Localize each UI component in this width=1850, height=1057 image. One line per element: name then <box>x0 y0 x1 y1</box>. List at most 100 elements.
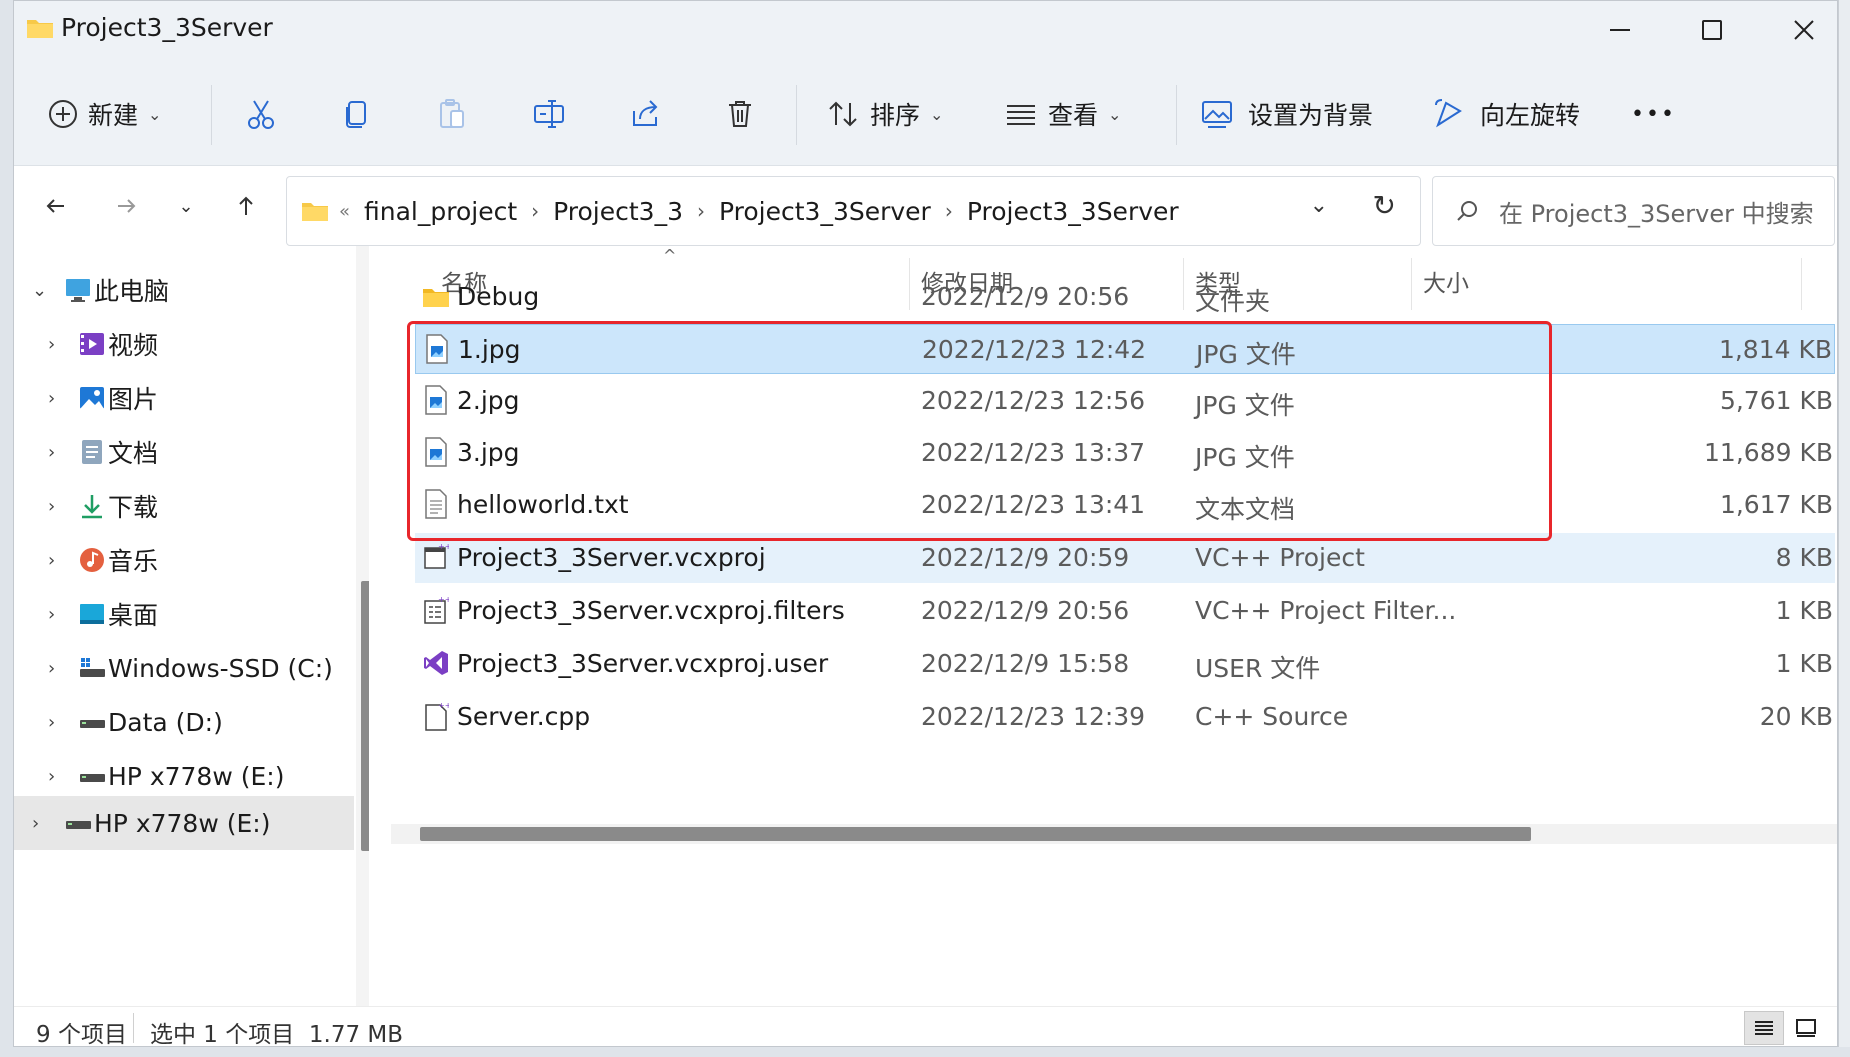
chevron-down-icon[interactable]: ⌄ <box>32 280 47 301</box>
delete-button[interactable] <box>723 88 757 140</box>
file-list: ^ 名称 修改日期 类型 大小 Debug 2022/12/9 20:56 文件… <box>391 246 1837 1006</box>
breadcrumb-separator[interactable]: › <box>945 199 953 223</box>
chevron-right-icon[interactable]: › <box>48 766 55 787</box>
breadcrumb-item[interactable]: final_project <box>364 197 517 226</box>
sidebar-item-drive-e[interactable]: › HP x778w (E:) <box>14 749 354 803</box>
sidebar-item-drive-d[interactable]: › Data (D:) <box>14 695 354 749</box>
chevron-down-icon: ⌄ <box>1108 104 1122 124</box>
toolbar-divider <box>211 85 212 145</box>
close-icon <box>1794 20 1814 40</box>
chevron-right-icon[interactable]: › <box>32 813 39 834</box>
file-date: 2022/12/9 20:56 <box>921 282 1130 311</box>
breadcrumb-item[interactable]: Project3_3Server <box>719 197 931 226</box>
copy-button[interactable] <box>340 88 374 140</box>
sidebar-item-drive-c[interactable]: › Windows-SSD (C:) <box>14 641 354 695</box>
file-row-vcxproj-filters[interactable]: ++ Project3_3Server.vcxproj.filters 2022… <box>415 586 1835 636</box>
cut-button[interactable] <box>244 88 278 140</box>
file-row-vcxproj-user[interactable]: Project3_3Server.vcxproj.user 2022/12/9 … <box>415 639 1835 689</box>
file-size: 1,814 KB <box>1718 335 1832 364</box>
rename-icon <box>534 100 564 128</box>
chevron-right-icon[interactable]: › <box>48 442 55 463</box>
paste-button[interactable] <box>435 88 469 140</box>
breadcrumb-separator[interactable]: › <box>531 199 539 223</box>
chevron-right-icon[interactable]: › <box>48 550 55 571</box>
sidebar-scrollbar[interactable] <box>356 246 369 1006</box>
svg-text:++: ++ <box>438 595 449 604</box>
refresh-button[interactable]: ↻ <box>1373 189 1396 222</box>
navigation-pane: ⌄ 此电脑 › 视频 › 图片 › 文档 › 下载 › 音乐 › 桌面 › Wi… <box>14 246 369 1006</box>
file-type: 文件夹 <box>1195 287 1271 316</box>
toolbar-divider <box>796 85 797 145</box>
chevron-right-icon[interactable]: › <box>48 658 55 679</box>
address-bar[interactable]: « final_project › Project3_3 › Project3_… <box>286 176 1421 246</box>
file-type: USER 文件 <box>1195 654 1321 683</box>
chevron-right-icon[interactable]: › <box>48 604 55 625</box>
maximize-button[interactable] <box>1666 1 1758 59</box>
back-button[interactable] <box>36 186 76 226</box>
title-bar[interactable]: Project3_3Server <box>14 1 1837 61</box>
trash-icon <box>729 101 751 127</box>
sidebar-item-label: 此电脑 <box>94 277 170 306</box>
sidebar-item-drive-e-removable[interactable]: › HP x778w (E:) <box>14 796 354 850</box>
search-box[interactable]: 在 Project3_3Server 中搜索 <box>1432 176 1835 246</box>
details-view-button[interactable] <box>1744 1011 1784 1045</box>
set-background-label: 设置为背景 <box>1248 101 1374 130</box>
address-history-dropdown[interactable]: ⌄ <box>1310 193 1328 218</box>
chevron-down-icon: ⌄ <box>930 104 944 124</box>
set-background-button[interactable]: 设置为背景 <box>1200 88 1373 140</box>
breadcrumb-separator[interactable]: › <box>697 199 705 223</box>
chevron-right-icon[interactable]: › <box>48 388 55 409</box>
chevron-right-icon[interactable]: › <box>48 712 55 733</box>
sidebar-item-pictures[interactable]: › 图片 <box>14 371 354 425</box>
forward-button[interactable] <box>106 186 146 226</box>
image-file-icon <box>425 385 447 415</box>
more-options-button[interactable]: ••• <box>1631 88 1676 140</box>
view-button[interactable]: 查看 ⌄ <box>1004 88 1121 140</box>
file-row-server-cpp[interactable]: ++ Server.cpp 2022/12/23 12:39 C++ Sourc… <box>415 692 1835 742</box>
close-button[interactable] <box>1758 1 1837 59</box>
minimize-button[interactable] <box>1574 1 1666 59</box>
sidebar-item-videos[interactable]: › 视频 <box>14 317 354 371</box>
sidebar-item-music[interactable]: › 音乐 <box>14 533 354 587</box>
file-row-3jpg[interactable]: 3.jpg 2022/12/23 13:37 JPG 文件 11,689 KB <box>415 428 1835 478</box>
large-icons-view-button[interactable] <box>1786 1011 1826 1045</box>
breadcrumb-item[interactable]: Project3_3Server <box>967 197 1179 226</box>
file-type: 文本文档 <box>1195 495 1296 524</box>
sidebar-item-this-pc[interactable]: ⌄ 此电脑 <box>14 263 354 317</box>
file-row-vcxproj[interactable]: ++ Project3_3Server.vcxproj 2022/12/9 20… <box>415 533 1835 583</box>
sidebar-scrollbar-thumb[interactable] <box>361 581 369 851</box>
documents-icon <box>82 440 102 464</box>
share-button[interactable] <box>628 88 662 140</box>
chevron-down-icon: ⌄ <box>178 195 194 217</box>
horizontal-scrollbar[interactable] <box>391 824 1837 844</box>
breadcrumb-item[interactable]: Project3_3 <box>553 197 683 226</box>
selection-info: 选中 1 个项目 1.77 MB <box>150 1022 404 1047</box>
horizontal-scrollbar-thumb[interactable] <box>420 827 1531 841</box>
file-row-helloworld[interactable]: helloworld.txt 2022/12/23 13:41 文本文档 1,6… <box>415 480 1835 530</box>
folder-icon <box>27 20 53 38</box>
rotate-left-button[interactable]: 向左旋转 <box>1432 88 1580 140</box>
sidebar-item-documents[interactable]: › 文档 <box>14 425 354 479</box>
file-row-1jpg[interactable]: 1.jpg 2022/12/23 12:42 JPG 文件 1,814 KB <box>415 324 1835 374</box>
rename-button[interactable] <box>532 88 566 140</box>
maximize-icon <box>1702 20 1722 40</box>
sidebar-item-desktop[interactable]: › 桌面 <box>14 587 354 641</box>
sort-button[interactable]: 排序 ⌄ <box>826 88 943 140</box>
sidebar-item-downloads[interactable]: › 下载 <box>14 479 354 533</box>
chevron-down-icon: ⌄ <box>148 104 162 124</box>
chevron-right-icon[interactable]: › <box>48 334 55 355</box>
chevron-right-icon[interactable]: › <box>48 496 55 517</box>
file-date: 2022/12/23 13:37 <box>921 438 1146 467</box>
breadcrumb-overflow[interactable]: « <box>339 201 350 222</box>
visual-studio-icon <box>424 651 448 675</box>
file-type: JPG 文件 <box>1195 443 1295 472</box>
file-name: 1.jpg <box>458 335 521 364</box>
file-row-debug[interactable]: Debug 2022/12/9 20:56 文件夹 <box>415 272 1835 322</box>
new-button[interactable]: 新建 ⌄ <box>46 88 161 140</box>
recent-locations-button[interactable]: ⌄ <box>166 186 206 226</box>
up-button[interactable] <box>226 186 266 226</box>
sidebar-item-label: 音乐 <box>108 547 159 576</box>
rotate-left-icon <box>1435 99 1462 128</box>
pictures-icon <box>80 387 104 409</box>
file-row-2jpg[interactable]: 2.jpg 2022/12/23 12:56 JPG 文件 5,761 KB <box>415 376 1835 426</box>
